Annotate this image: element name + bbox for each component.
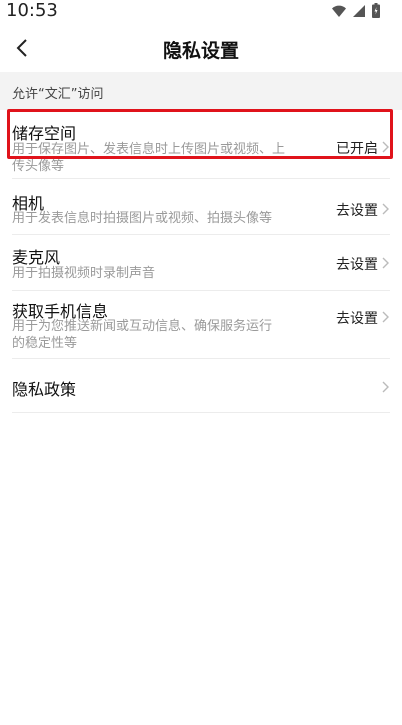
chevron-right-icon [382,257,389,269]
camera-setup-link[interactable]: 去设置 [336,200,378,220]
signal-icon [353,4,365,17]
microphone-setup-link[interactable]: 去设置 [336,254,378,274]
status-time: 10:53 [6,0,58,21]
section-label: 允许“文汇”访问 [12,87,104,102]
chevron-right-icon [382,203,389,215]
nav-bar: 隐私设置 [0,24,402,72]
wifi-icon [332,5,346,17]
chevron-right-icon [382,381,389,393]
settings-item-desc: 用于拍摄视频时录制声音 [12,266,156,281]
phone-info-setup-link[interactable]: 去设置 [336,308,378,328]
status-bar: 10:53 [0,0,402,24]
settings-item-desc: 用于发表信息时拍摄图片或视频、拍摄头像等 [12,211,273,226]
page-title: 隐私设置 [162,40,239,62]
battery-icon [372,3,380,18]
settings-item-desc: 用于为您推送新闻或互动信息、确保服务运行的稳定性等 [12,319,273,351]
settings-item-phone-info[interactable]: 获取手机信息 用于为您推送新闻或互动信息、确保服务运行的稳定性等 去设置 [12,290,390,359]
settings-item-title: 隐私政策 [12,380,77,399]
section-header: 允许“文汇”访问 [0,72,402,110]
settings-item-privacy-policy[interactable]: 隐私政策 [12,358,390,413]
settings-item-microphone[interactable]: 麦克风 用于拍摄视频时录制声音 去设置 [12,234,390,291]
status-icons [332,3,380,18]
highlight-box [7,109,393,159]
settings-item-camera[interactable]: 相机 用于发表信息时拍摄图片或视频、拍摄头像等 去设置 [12,178,390,235]
chevron-right-icon [382,311,389,323]
